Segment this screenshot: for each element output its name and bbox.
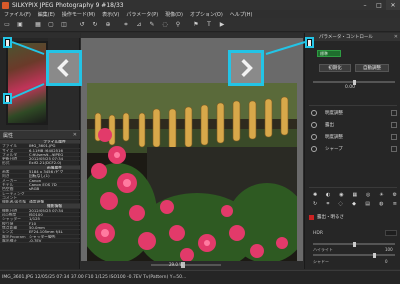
chevron-right-icon <box>241 59 253 77</box>
chevron-left-icon <box>57 59 69 77</box>
prev-image-button[interactable] <box>46 50 82 86</box>
callout-lines <box>11 41 306 99</box>
next-image-button[interactable] <box>228 50 264 86</box>
